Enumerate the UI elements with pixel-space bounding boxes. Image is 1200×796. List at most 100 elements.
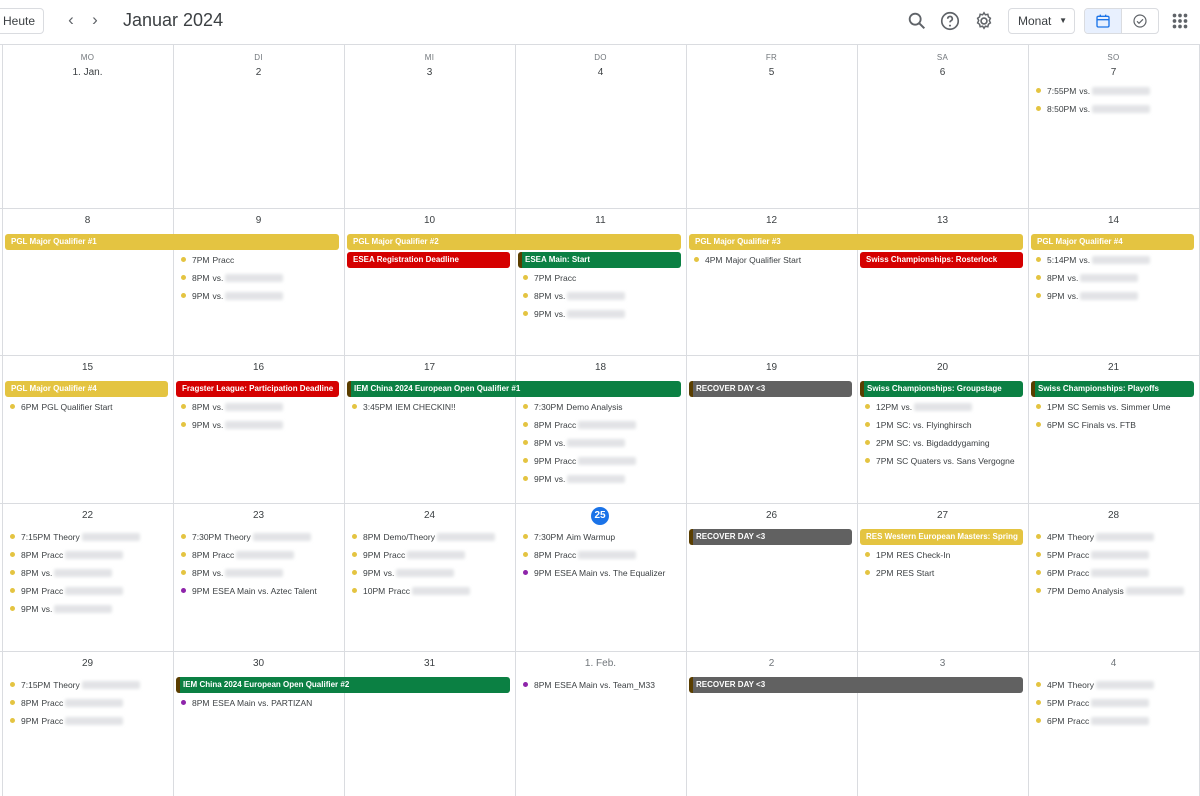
calendar-event[interactable]: 2PM RES Start xyxy=(865,566,1024,580)
calendar-event[interactable]: 7:15PM Theory xyxy=(10,530,169,544)
day-cell[interactable] xyxy=(345,652,515,796)
day-cell[interactable] xyxy=(687,209,857,355)
day-number[interactable]: 12 xyxy=(686,215,857,226)
calendar-event[interactable]: 7PM Pracc xyxy=(181,253,340,267)
event-banner[interactable]: Swiss Championships: Groupstage xyxy=(860,381,1023,397)
tasks-view-button[interactable] xyxy=(1122,9,1158,33)
calendar-event[interactable]: 8PM vs. xyxy=(523,289,682,303)
calendar-event[interactable]: 4PM Major Qualifier Start xyxy=(694,253,853,267)
calendar-event[interactable]: 8PM vs. xyxy=(1036,271,1195,285)
calendar-event[interactable]: 5PM Pracc xyxy=(1036,548,1195,562)
calendar-event[interactable]: 7:30PM Aim Warmup xyxy=(523,530,682,544)
day-cell[interactable] xyxy=(345,209,515,355)
day-number[interactable]: 1. Jan. xyxy=(2,67,173,78)
today-date-badge[interactable]: 25 xyxy=(591,507,609,525)
day-number[interactable]: 2 xyxy=(173,67,344,78)
calendar-event[interactable]: 5:14PM vs. xyxy=(1036,253,1195,267)
day-number[interactable]: 20 xyxy=(857,362,1028,373)
event-banner[interactable]: Swiss Championships: Rosterlock xyxy=(860,252,1023,268)
calendar-event[interactable]: 9PM vs. xyxy=(1036,289,1195,303)
calendar-event[interactable]: 12PM vs. xyxy=(865,400,1024,414)
calendar-event[interactable]: 9PM ESEA Main vs. The Equalizer xyxy=(523,566,682,580)
day-number[interactable]: 19 xyxy=(686,362,857,373)
day-number[interactable]: 13 xyxy=(857,215,1028,226)
day-number[interactable]: 4 xyxy=(1028,658,1199,669)
calendar-event[interactable]: 9PM vs. xyxy=(523,472,682,486)
day-number[interactable]: 6 xyxy=(857,67,1028,78)
calendar-event[interactable]: 1PM RES Check-In xyxy=(865,548,1024,562)
calendar-event[interactable]: 8PM Pracc xyxy=(181,548,340,562)
event-banner[interactable]: RECOVER DAY <3 xyxy=(689,529,852,545)
event-banner[interactable]: IEM China 2024 European Open Qualifier #… xyxy=(347,381,681,397)
day-number[interactable]: 4 xyxy=(515,67,686,78)
day-number[interactable]: 31 xyxy=(344,658,515,669)
calendar-event[interactable]: 6PM Pracc xyxy=(1036,714,1195,728)
calendar-event[interactable]: 9PM vs. xyxy=(181,418,340,432)
calendar-event[interactable]: 8PM Demo/Theory xyxy=(352,530,511,544)
calendar-event[interactable]: 7:30PM Theory xyxy=(181,530,340,544)
calendar-event[interactable]: 8PM vs. xyxy=(10,566,169,580)
event-banner[interactable]: PGL Major Qualifier #2 xyxy=(347,234,681,250)
day-cell[interactable] xyxy=(687,356,857,503)
event-banner[interactable]: RECOVER DAY <3 xyxy=(689,381,852,397)
calendar-event[interactable]: 9PM Pracc xyxy=(10,584,169,598)
calendar-event[interactable]: 9PM vs. xyxy=(523,307,682,321)
calendar-event[interactable]: 6PM Pracc xyxy=(1036,566,1195,580)
event-banner[interactable]: PGL Major Qualifier #4 xyxy=(5,381,168,397)
day-cell[interactable] xyxy=(687,504,857,651)
day-number[interactable]: 24 xyxy=(344,510,515,521)
calendar-event[interactable]: 9PM Pracc xyxy=(523,454,682,468)
calendar-event[interactable]: 8PM vs. xyxy=(181,400,340,414)
calendar-event[interactable]: 7PM Demo Analysis xyxy=(1036,584,1195,598)
calendar-event[interactable]: 8PM Pracc xyxy=(523,548,682,562)
calendar-event[interactable]: 8PM ESEA Main vs. Team_M33 xyxy=(523,678,682,692)
day-number[interactable]: 9 xyxy=(173,215,344,226)
event-banner[interactable]: Swiss Championships: Playoffs xyxy=(1031,381,1194,397)
calendar-event[interactable]: 8PM ESEA Main vs. PARTIZAN xyxy=(181,696,340,710)
day-number[interactable]: 18 xyxy=(515,362,686,373)
calendar-event[interactable]: 9PM vs. xyxy=(181,289,340,303)
day-number[interactable]: 29 xyxy=(2,658,173,669)
day-number[interactable]: 23 xyxy=(173,510,344,521)
view-select[interactable]: Monat ▼ xyxy=(1008,8,1075,34)
day-number[interactable]: 28 xyxy=(1028,510,1199,521)
calendar-event[interactable]: 8PM vs. xyxy=(523,436,682,450)
day-cell[interactable] xyxy=(858,652,1028,796)
chevron-left-icon[interactable]: ‹ xyxy=(60,10,82,32)
day-number[interactable]: 22 xyxy=(2,510,173,521)
calendar-event[interactable]: 8PM Pracc xyxy=(10,696,169,710)
calendar-event[interactable]: 9PM vs. xyxy=(10,602,169,616)
calendar-event[interactable]: 1PM SC Semis vs. Simmer Ume xyxy=(1036,400,1195,414)
day-cell[interactable] xyxy=(174,652,344,796)
day-number[interactable]: 11 xyxy=(515,215,686,226)
calendar-event[interactable]: 3:45PM IEM CHECKIN!! xyxy=(352,400,511,414)
event-banner[interactable]: IEM China 2024 European Open Qualifier #… xyxy=(176,677,510,693)
day-number[interactable]: 26 xyxy=(686,510,857,521)
day-cell[interactable] xyxy=(858,209,1028,355)
event-banner[interactable]: RES Western European Masters: Spring xyxy=(860,529,1023,545)
calendar-event[interactable]: 9PM ESEA Main vs. Aztec Talent xyxy=(181,584,340,598)
event-banner[interactable]: Fragster League: Participation Deadline xyxy=(176,381,339,397)
calendar-event[interactable]: 6PM SC Finals vs. FTB xyxy=(1036,418,1195,432)
day-number[interactable]: 17 xyxy=(344,362,515,373)
calendar-event[interactable]: 8PM Pracc xyxy=(10,548,169,562)
calendar-event[interactable]: 7:15PM Theory xyxy=(10,678,169,692)
day-cell[interactable] xyxy=(3,209,173,355)
day-number[interactable]: 27 xyxy=(857,510,1028,521)
event-banner[interactable]: ESEA Registration Deadline xyxy=(347,252,510,268)
chevron-right-icon[interactable]: › xyxy=(84,10,106,32)
calendar-event[interactable]: 9PM Pracc xyxy=(10,714,169,728)
day-number[interactable]: 21 xyxy=(1028,362,1199,373)
calendar-event[interactable]: 2PM SC: vs. Bigdaddygaming xyxy=(865,436,1024,450)
day-number[interactable]: 16 xyxy=(173,362,344,373)
event-banner[interactable]: RECOVER DAY <3 xyxy=(689,677,1023,693)
calendar-event[interactable]: 7:55PM vs. xyxy=(1036,84,1195,98)
day-cell[interactable] xyxy=(345,356,515,503)
apps-icon[interactable] xyxy=(1169,10,1191,32)
day-number[interactable]: 30 xyxy=(173,658,344,669)
day-cell[interactable] xyxy=(516,652,686,796)
day-number[interactable]: 5 xyxy=(686,67,857,78)
calendar-event[interactable]: 7PM Pracc xyxy=(523,271,682,285)
calendar-event[interactable]: 7PM SC Quaters vs. Sans Vergogne xyxy=(865,454,1024,468)
day-number[interactable]: 14 xyxy=(1028,215,1199,226)
